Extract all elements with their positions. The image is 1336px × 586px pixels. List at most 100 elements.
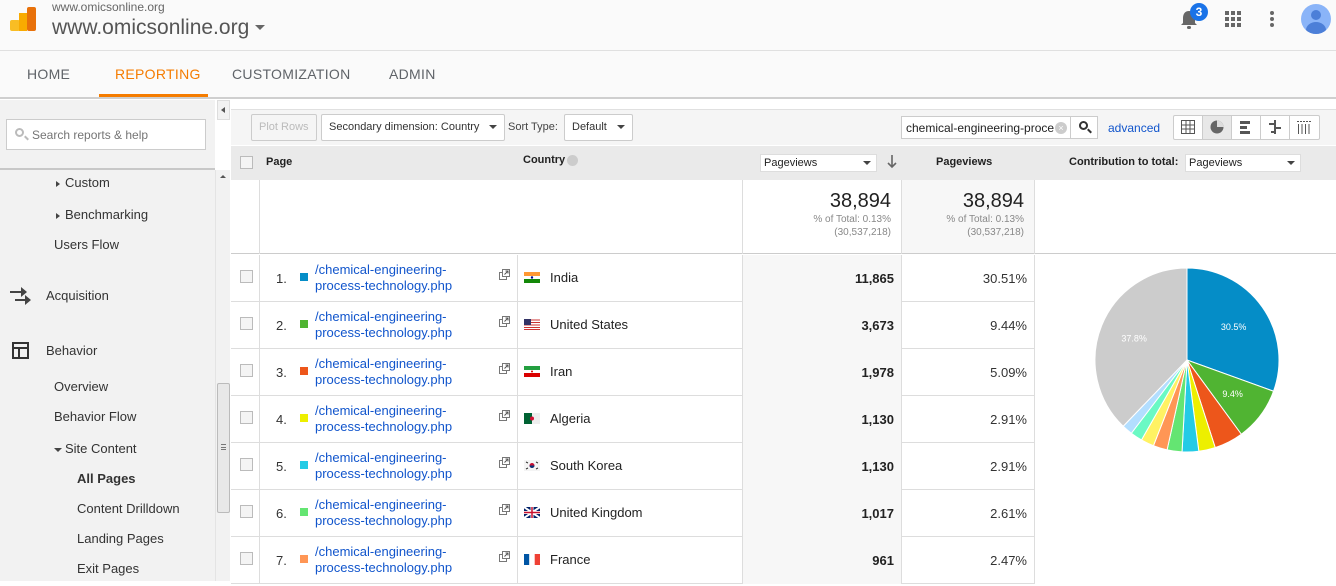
page-link[interactable]: /chemical-engineering-process-technology… [315, 497, 495, 529]
row-number: 1. [276, 271, 287, 286]
chevron-down-icon [863, 161, 871, 165]
scrollbar-thumb[interactable] [217, 383, 230, 513]
row-checkbox[interactable] [240, 270, 253, 283]
country-value[interactable]: Algeria [550, 411, 590, 426]
more-vert-icon[interactable] [1270, 11, 1274, 27]
column-header-pageviews[interactable]: Pageviews [936, 156, 992, 168]
row-checkbox[interactable] [240, 505, 253, 518]
row-number: 2. [276, 318, 287, 333]
sidebar-item-overview[interactable]: Overview [54, 379, 108, 394]
page-link[interactable]: /chemical-engineering-process-technology… [315, 450, 495, 482]
scroll-up-icon[interactable] [220, 175, 226, 178]
secondary-dimension-dropdown[interactable]: Secondary dimension: Country [321, 114, 506, 141]
open-external-icon[interactable] [499, 457, 510, 468]
view-switcher [1173, 115, 1320, 140]
open-external-icon[interactable] [499, 269, 510, 280]
row-number: 4. [276, 412, 287, 427]
analytics-logo[interactable] [10, 7, 36, 31]
collapse-sidebar-button[interactable] [217, 100, 230, 120]
select-all-checkbox[interactable] [240, 156, 253, 169]
pivot-view-icon[interactable] [1290, 116, 1319, 139]
sidebar-item-users-flow[interactable]: Users Flow [54, 237, 119, 252]
country-flag-icon [524, 272, 540, 283]
tab-customization[interactable]: CUSTOMIZATION [232, 51, 351, 97]
sidebar-item-exit-pages[interactable]: Exit Pages [77, 561, 139, 576]
sidebar-item-behavior-flow[interactable]: Behavior Flow [54, 409, 136, 424]
bar-view-icon[interactable] [1232, 116, 1261, 139]
chevron-down-icon [489, 125, 498, 130]
account-name: www.omicsonline.org [52, 0, 165, 14]
chevron-down-icon[interactable] [255, 25, 265, 30]
country-value[interactable]: Iran [550, 364, 572, 379]
report-content: Plot Rows Secondary dimension: Country S… [231, 100, 1336, 584]
sidebar-item-content-drilldown[interactable]: Content Drilldown [77, 501, 180, 516]
sort-descending-icon[interactable] [887, 155, 897, 169]
search-reports-input[interactable] [32, 120, 202, 149]
row-number: 5. [276, 459, 287, 474]
tab-home[interactable]: HOME [27, 51, 70, 97]
page-link[interactable]: /chemical-engineering-process-technology… [315, 262, 495, 294]
sidebar-scrollbar[interactable] [215, 170, 230, 581]
row-checkbox[interactable] [240, 552, 253, 565]
open-external-icon[interactable] [499, 504, 510, 515]
column-header-page[interactable]: Page [266, 156, 292, 168]
property-view-selector[interactable]: www.omicsonline.org [52, 16, 249, 40]
sidebar-item-benchmarking[interactable]: Benchmarking [56, 207, 148, 222]
sidebar-item-custom[interactable]: Custom [56, 175, 110, 190]
avatar[interactable] [1301, 4, 1331, 34]
pie-data-label: 30.5% [1221, 322, 1247, 332]
country-value[interactable]: India [550, 270, 578, 285]
filter-input[interactable] [906, 117, 1056, 138]
pageviews-value: 1,130 [743, 396, 901, 443]
metric-select[interactable]: Pageviews [760, 154, 877, 172]
open-external-icon[interactable] [499, 551, 510, 562]
contribution-percent: 2.47% [990, 553, 1027, 568]
contribution-pie-chart: 30.5% 9.4% 37.8% [1094, 267, 1280, 453]
country-value[interactable]: United States [550, 317, 628, 332]
tab-admin[interactable]: ADMIN [389, 51, 436, 97]
tab-reporting[interactable]: REPORTING [99, 51, 208, 97]
page-link[interactable]: /chemical-engineering-process-technology… [315, 356, 495, 388]
row-number: 7. [276, 553, 287, 568]
series-color-swatch [300, 555, 308, 563]
open-external-icon[interactable] [499, 316, 510, 327]
country-value[interactable]: United Kingdom [550, 505, 643, 520]
open-external-icon[interactable] [499, 363, 510, 374]
country-flag-icon [524, 366, 540, 377]
pie-view-icon[interactable] [1203, 116, 1232, 139]
contribution-percent: 30.51% [982, 271, 1027, 286]
sidebar-item-acquisition[interactable]: Acquisition [46, 288, 109, 303]
plot-rows-button[interactable]: Plot Rows [251, 114, 317, 141]
advanced-filter-link[interactable]: advanced [1108, 121, 1160, 135]
page-link[interactable]: /chemical-engineering-process-technology… [315, 309, 495, 341]
series-color-swatch [300, 414, 308, 422]
open-external-icon[interactable] [499, 410, 510, 421]
country-value[interactable]: France [550, 552, 590, 567]
row-checkbox[interactable] [240, 411, 253, 424]
behavior-icon [12, 342, 29, 359]
pageviews-value: 11,865 [743, 255, 901, 302]
sidebar-item-behavior[interactable]: Behavior [46, 343, 97, 358]
table-view-icon[interactable] [1174, 116, 1203, 139]
comparison-view-icon[interactable] [1261, 116, 1290, 139]
country-value[interactable]: South Korea [550, 458, 622, 473]
contribution-select[interactable]: Pageviews [1185, 154, 1301, 172]
row-checkbox[interactable] [240, 317, 253, 330]
sidebar-item-site-content[interactable]: Site Content [54, 441, 137, 456]
series-color-swatch [300, 320, 308, 328]
apps-grid-icon[interactable] [1225, 11, 1241, 27]
sidebar-item-all-pages[interactable]: All Pages [77, 471, 136, 486]
column-header-country[interactable]: Country [523, 154, 579, 166]
row-checkbox[interactable] [240, 364, 253, 377]
sidebar-search[interactable] [6, 119, 206, 150]
page-link[interactable]: /chemical-engineering-process-technology… [315, 544, 495, 576]
remove-dimension-icon[interactable] [567, 154, 579, 166]
filter-search-button[interactable] [1070, 116, 1099, 139]
pageviews-value: 1,978 [743, 349, 901, 396]
notification-badge: 3 [1190, 3, 1208, 21]
clear-filter-icon[interactable]: × [1055, 122, 1067, 134]
sort-type-dropdown[interactable]: Default [564, 114, 633, 141]
sidebar-item-landing-pages[interactable]: Landing Pages [77, 531, 164, 546]
row-checkbox[interactable] [240, 458, 253, 471]
page-link[interactable]: /chemical-engineering-process-technology… [315, 403, 495, 435]
